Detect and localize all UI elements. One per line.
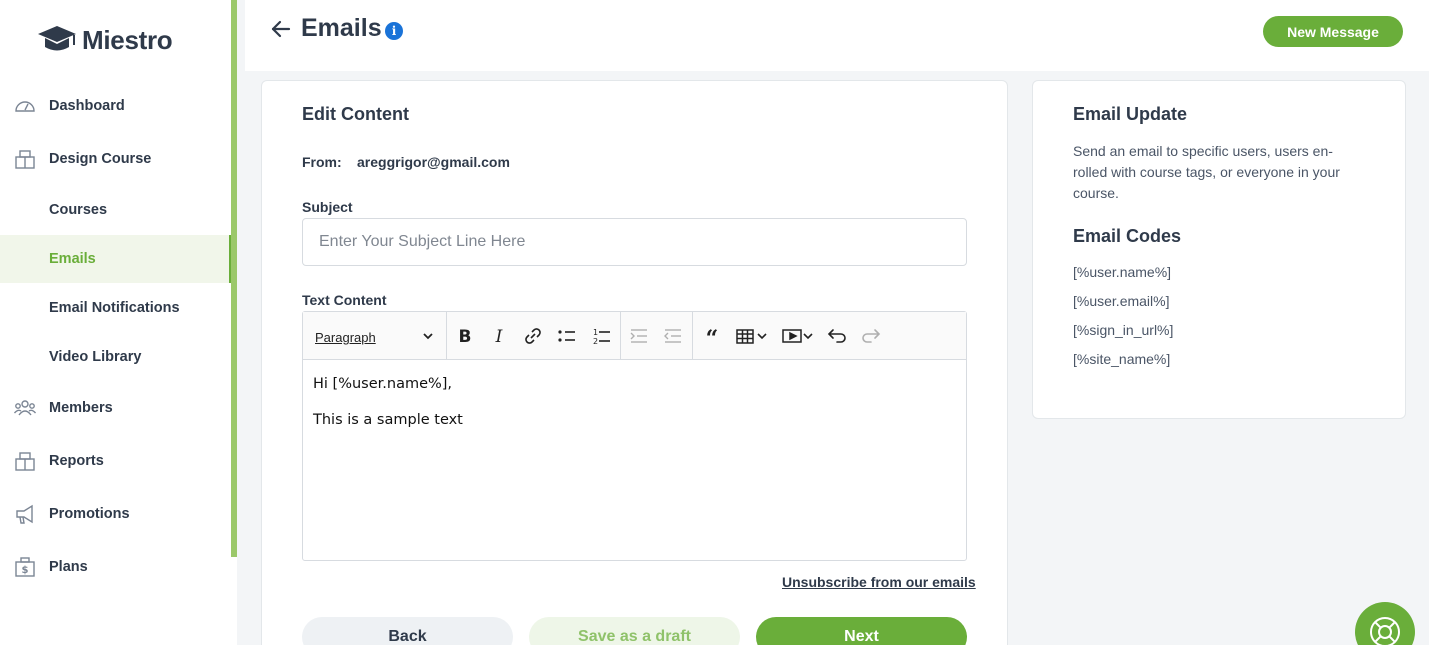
bullet-list-icon[interactable] [556, 325, 578, 347]
subject-input[interactable] [302, 218, 967, 266]
email-update-title: Email Update [1073, 104, 1188, 124]
toolbar-divider [620, 312, 621, 360]
sidebar-item-members[interactable]: Members [0, 384, 231, 432]
media-icon[interactable] [781, 325, 803, 347]
dollar-box-icon: $ [15, 557, 35, 577]
indent-icon[interactable] [628, 325, 650, 347]
sidebar-item-label: Courses [49, 202, 108, 218]
edit-content-title: Edit Content [302, 104, 409, 124]
sidebar-item-promotions[interactable]: Promotions [0, 490, 231, 538]
page-title: Emails [301, 14, 382, 42]
numbered-list-icon[interactable]: 1 2 [590, 325, 612, 347]
sidebar-item-label: Reports [49, 453, 104, 469]
svg-text:1: 1 [593, 328, 598, 337]
link-icon[interactable] [522, 325, 544, 347]
email-update-card [1032, 80, 1406, 419]
info-icon[interactable]: i [385, 22, 403, 40]
email-code: [%site_name%] [1073, 351, 1171, 367]
back-arrow-icon[interactable] [269, 17, 293, 41]
subject-label: Subject [302, 199, 353, 215]
toolbar-divider [446, 312, 447, 360]
editor-line: This is a sample text [313, 412, 463, 428]
toolbar-divider [692, 312, 693, 360]
sidebar-item-label: Email Notifications [49, 300, 180, 316]
sidebar-item-courses[interactable]: Courses [0, 186, 231, 234]
email-codes-title: Email Codes [1073, 226, 1182, 246]
gauge-icon [15, 101, 35, 112]
box-icon [15, 452, 35, 471]
sidebar-item-emails[interactable]: Emails [0, 235, 231, 283]
megaphone-icon [16, 504, 33, 524]
next-button[interactable]: Next [756, 617, 967, 645]
sidebar-item-label: Dashboard [49, 98, 125, 114]
redo-icon[interactable] [860, 325, 882, 347]
sidebar-item-label: Emails [49, 251, 96, 267]
sidebar-item-reports[interactable]: Reports [0, 437, 231, 485]
logo[interactable]: Miestro [36, 22, 173, 58]
chevron-down-icon[interactable] [755, 325, 769, 347]
unsubscribe-link[interactable]: Unsubscribe from our emails [782, 574, 976, 590]
svg-text:I: I [495, 327, 503, 347]
email-code: [%sign_in_url%] [1073, 322, 1174, 338]
blockquote-icon[interactable]: “ [701, 325, 723, 347]
email-code: [%user.name%] [1073, 264, 1172, 280]
editor-body[interactable]: Hi [%user.name%], This is a sample text [313, 374, 463, 446]
users-icon [14, 400, 36, 416]
back-button[interactable]: Back [302, 617, 513, 645]
undo-icon[interactable] [826, 325, 848, 347]
save-draft-button[interactable]: Save as a draft [529, 617, 740, 645]
email-code: [%user.email%] [1073, 293, 1170, 309]
sidebar-item-label: Promotions [49, 506, 130, 522]
sidebar-item-label: Video Library [49, 349, 142, 365]
help-button[interactable] [1355, 602, 1415, 645]
sidebar-item-label: Plans [49, 559, 88, 575]
chevron-down-icon[interactable] [801, 325, 815, 347]
sidebar-item-dashboard[interactable]: Dashboard [0, 82, 231, 130]
sidebar-item-label: Members [49, 400, 113, 416]
text-content-label: Text Content [302, 292, 387, 308]
sidebar-item-video-library[interactable]: Video Library [0, 333, 231, 381]
sidebar-item-plans[interactable]: $ Plans [0, 543, 231, 591]
from-label: From: [302, 154, 342, 170]
svg-text:B: B [459, 327, 472, 347]
bold-icon[interactable]: B [454, 325, 476, 347]
graduation-cap-icon [38, 26, 76, 51]
table-icon[interactable] [735, 325, 757, 347]
outdent-icon[interactable] [662, 325, 684, 347]
editor-toolbar: Paragraph B I 1 2 “ [303, 312, 966, 360]
sidebar: Miestro Dashboard Design Course Courses … [0, 0, 237, 645]
editor-line: Hi [%user.name%], [313, 376, 453, 392]
svg-text:$: $ [22, 565, 29, 576]
paragraph-select[interactable]: Paragraph [315, 330, 376, 345]
email-update-description: Send an email to specific users, users e… [1073, 143, 1340, 201]
svg-text:2: 2 [593, 337, 598, 346]
svg-text:“: “ [706, 326, 719, 347]
chevron-down-icon[interactable] [421, 329, 435, 343]
sidebar-scrollbar[interactable] [231, 0, 237, 557]
top-bar [245, 0, 1429, 71]
new-message-button[interactable]: New Message [1263, 16, 1403, 47]
italic-icon[interactable]: I [488, 325, 510, 347]
lifebuoy-icon [1370, 617, 1400, 645]
sidebar-item-email-notifications[interactable]: Email Notifications [0, 284, 231, 332]
from-value: areggrigor@gmail.com [357, 154, 510, 170]
sidebar-item-design-course[interactable]: Design Course [0, 135, 231, 183]
logo-text: Miestro [82, 24, 173, 55]
rich-text-editor[interactable]: Paragraph B I 1 2 “ Hi [%user.name%], Th… [302, 311, 967, 561]
sidebar-item-label: Design Course [49, 151, 152, 167]
box-icon [15, 150, 35, 169]
